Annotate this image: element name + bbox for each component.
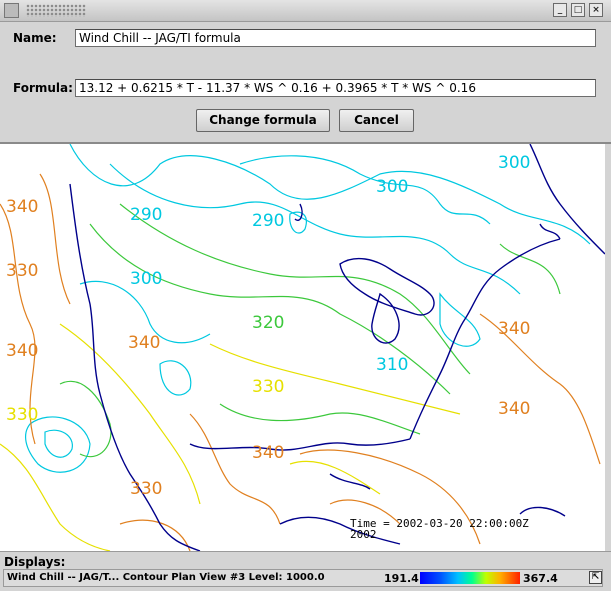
contour-label: 300 (376, 177, 408, 197)
formula-dialog: _ □ × Name: Wind Chill -- JAG/TI formula… (0, 0, 611, 144)
window-menu-icon[interactable] (4, 3, 19, 18)
cancel-button[interactable]: Cancel (339, 109, 414, 132)
contour-label: 330 (130, 479, 162, 499)
displays-heading: Displays: (4, 555, 66, 569)
contour-label: 330 (6, 261, 38, 281)
contour-label: 300 (130, 269, 162, 289)
minimize-icon[interactable]: _ (553, 3, 567, 17)
contour-label: 320 (252, 313, 284, 333)
contour-label: 340 (128, 333, 160, 353)
layer-label[interactable]: Wind Chill -- JAG/T... Contour Plan View… (7, 572, 325, 583)
contour-map: 340 330 340 330 290 290 300 300 300 320 … (0, 144, 605, 551)
range-max: 367.4 (523, 572, 558, 585)
timestamp-line-2: 2002 (350, 528, 377, 541)
map-timestamp: Time = 2002-03-20 22:00:00Z 2002 (350, 518, 529, 540)
maximize-icon[interactable]: □ (571, 3, 585, 17)
timestamp-line-1: Time = 2002-03-20 22:00:00Z (350, 517, 529, 530)
contour-label: 340 (6, 197, 38, 217)
contour-label: 310 (376, 355, 408, 375)
dialog-titlebar[interactable]: _ □ × (0, 0, 611, 22)
formula-label: Formula: (13, 81, 73, 95)
map-view[interactable]: 340 330 340 330 290 290 300 300 300 320 … (0, 144, 611, 551)
contour-label: 340 (6, 341, 38, 361)
display-layer-row[interactable]: Wind Chill -- JAG/T... Contour Plan View… (3, 569, 603, 587)
contour-label: 290 (252, 211, 284, 231)
range-min: 191.4 (384, 572, 419, 585)
contour-label: 330 (6, 405, 38, 425)
color-scale-bar (420, 572, 520, 584)
name-field[interactable]: Wind Chill -- JAG/TI formula (75, 29, 596, 47)
contour-label: 340 (498, 399, 530, 419)
close-icon[interactable]: × (589, 3, 603, 17)
contour-label: 340 (498, 319, 530, 339)
contour-label: 330 (252, 377, 284, 397)
titlebar-grip (26, 4, 86, 17)
expand-arrow-icon[interactable]: ⇱ (589, 571, 602, 584)
contour-label: 290 (130, 205, 162, 225)
name-label: Name: (13, 31, 57, 45)
contour-label: 300 (498, 153, 530, 173)
change-formula-button[interactable]: Change formula (196, 109, 330, 132)
contour-label: 340 (252, 443, 284, 463)
displays-panel: Displays: Wind Chill -- JAG/T... Contour… (0, 551, 611, 591)
formula-field[interactable]: 13.12 + 0.6215 * T - 11.37 * WS ^ 0.16 +… (75, 79, 596, 97)
